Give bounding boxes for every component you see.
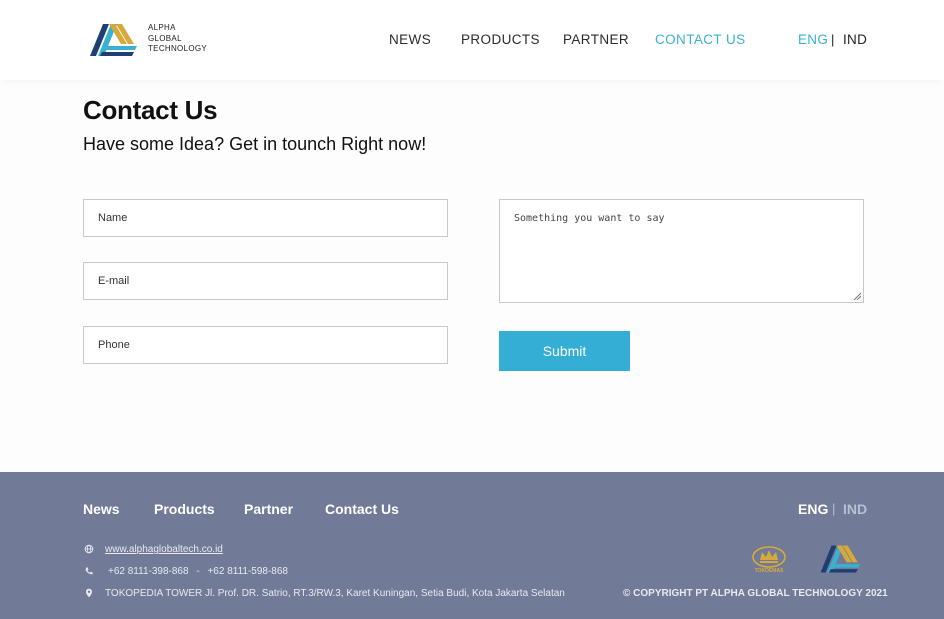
footer-nav-partner[interactable]: Partner <box>244 501 293 517</box>
footer-lang-ind[interactable]: IND <box>843 501 867 517</box>
phone-number-2[interactable]: +62 8111-598-868 <box>207 566 288 577</box>
tokoemas-logo[interactable]: TOKOEMAS <box>749 544 789 576</box>
nav-contact-us[interactable]: CONTACT US <box>655 32 746 47</box>
globe-icon <box>84 544 94 554</box>
lang-separator: | <box>831 32 835 47</box>
footer-lang-eng[interactable]: ENG <box>798 501 828 517</box>
location-pin-icon <box>86 588 92 598</box>
message-field <box>499 199 864 303</box>
phone-separator: - <box>196 566 200 577</box>
submit-button[interactable]: Submit <box>499 331 630 371</box>
phone-icon <box>85 567 93 575</box>
lang-ind[interactable]: IND <box>843 32 867 47</box>
footer-nav-contact-us[interactable]: Contact Us <box>325 501 399 517</box>
name-field <box>83 199 448 237</box>
nav-partner[interactable]: PARTNER <box>563 32 629 47</box>
logo-mark-icon <box>820 545 861 573</box>
logo-line-2: GLOBAL <box>148 33 182 43</box>
site-header: ALPHA GLOBAL TECHNOLOGY NEWS PRODUCTS PA… <box>0 0 944 80</box>
address-text: TOKOPEDIA TOWER Jl. Prof. DR. Satrio, RT… <box>105 588 565 599</box>
email-field <box>83 262 448 300</box>
website-link[interactable]: www.alphaglobaltech.co.id <box>105 544 223 555</box>
alpha-footer-logo[interactable] <box>818 543 862 575</box>
nav-products[interactable]: PRODUCTS <box>461 32 540 47</box>
footer-nav-news[interactable]: News <box>83 501 120 517</box>
site-footer: News Products Partner Contact Us ENG | I… <box>0 472 944 619</box>
copyright-text: © COPYRIGHT PT ALPHA GLOBAL TECHNOLOGY 2… <box>623 588 888 599</box>
phone-number-1[interactable]: +62 8111-398-868 <box>108 566 189 577</box>
page-title: Contact Us <box>83 95 218 125</box>
phone-input[interactable] <box>84 327 447 363</box>
logo-line-3: TECHNOLOGY <box>148 44 208 53</box>
email-input[interactable] <box>84 263 447 299</box>
logo-text: ALPHA GLOBAL TECHNOLOGY <box>148 23 207 55</box>
footer-lang-separator: | <box>832 501 836 516</box>
company-logo[interactable]: ALPHA GLOBAL TECHNOLOGY <box>87 22 207 60</box>
resize-grip-icon[interactable] <box>853 292 861 300</box>
lang-eng[interactable]: ENG <box>798 32 828 47</box>
footer-nav-products[interactable]: Products <box>154 501 215 517</box>
tokoemas-label: TOKOEMAS <box>754 568 784 574</box>
logo-line-1: ALPHA <box>148 23 176 32</box>
phone-field <box>83 326 448 364</box>
logo-mark-icon <box>90 24 137 56</box>
nav-news[interactable]: NEWS <box>389 32 431 47</box>
page-subtitle: Have some Idea? Get in tounch Right now! <box>83 134 427 154</box>
phone-numbers: +62 8111-398-868 - +62 8111-598-868 <box>108 566 288 577</box>
message-textarea[interactable] <box>500 200 863 302</box>
name-input[interactable] <box>84 200 447 236</box>
